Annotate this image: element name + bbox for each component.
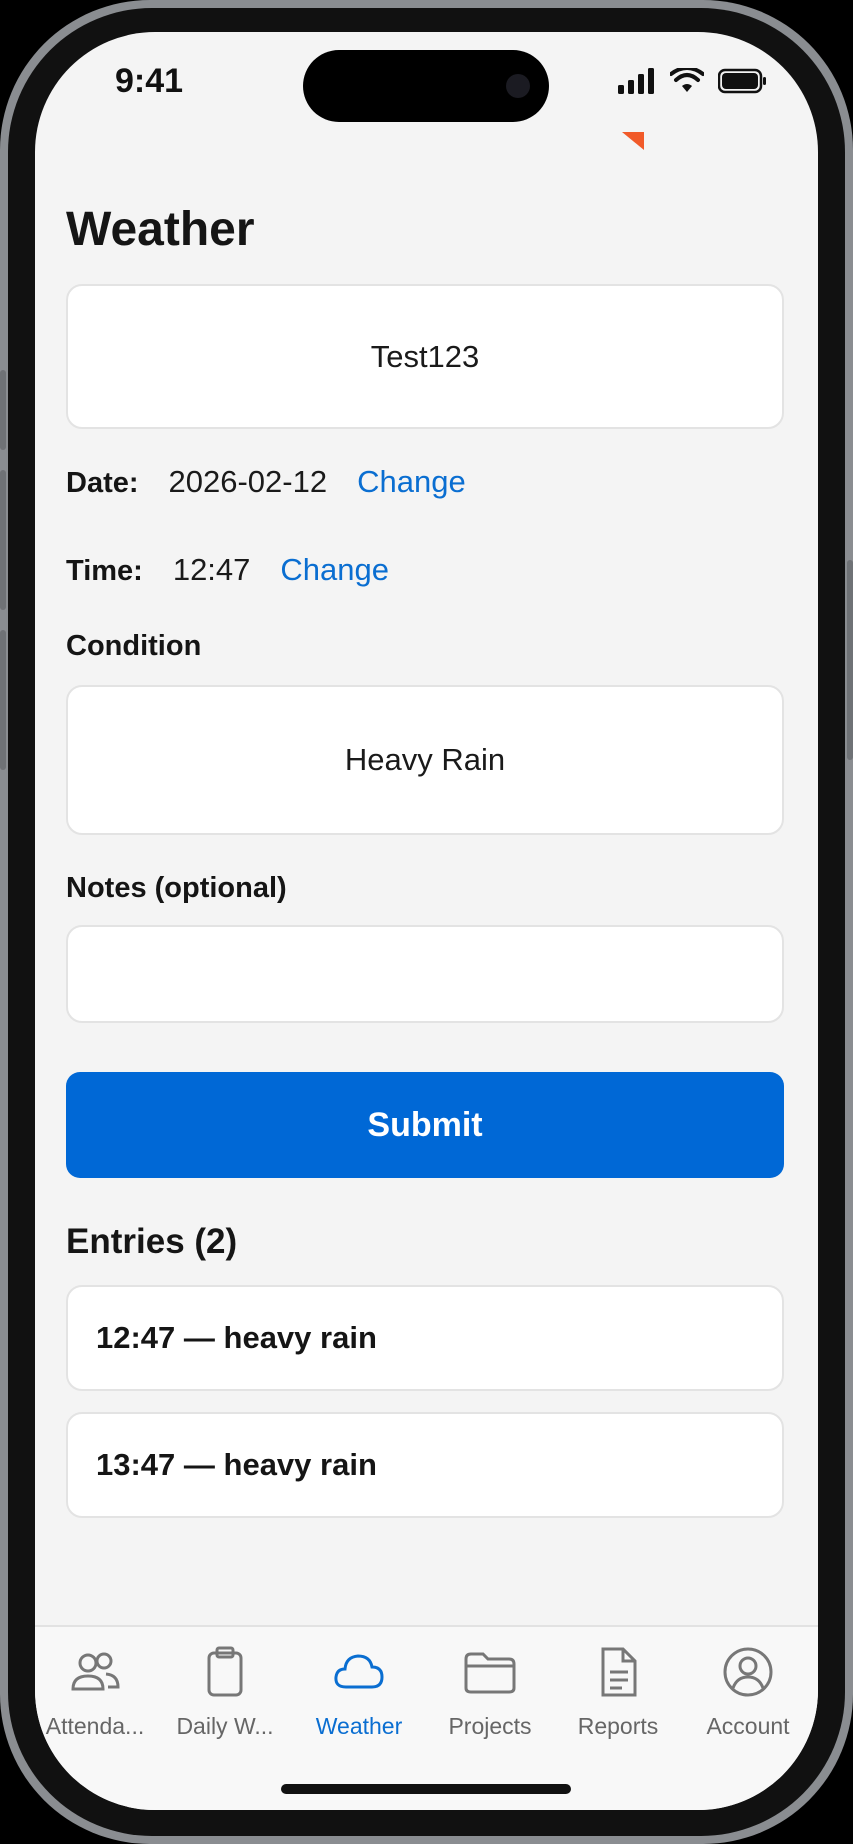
notes-input[interactable] — [66, 925, 784, 1023]
tab-label: Account — [706, 1713, 790, 1739]
notes-label: Notes (optional) — [66, 872, 287, 904]
battery-icon — [718, 68, 766, 94]
page-title: Weather — [66, 203, 255, 256]
time-value: 12:47 — [172, 552, 251, 587]
orange-indicator — [622, 132, 644, 150]
wifi-icon — [670, 68, 704, 92]
tab-reports[interactable]: Reports — [553, 1645, 683, 1740]
tab-account[interactable]: Account — [683, 1645, 813, 1740]
tab-attendance[interactable]: Attenda... — [35, 1645, 160, 1740]
submit-button-label: Submit — [367, 1105, 483, 1144]
submit-button[interactable]: Submit — [66, 1072, 784, 1178]
tab-label: Reports — [577, 1713, 659, 1739]
date-value: 2026-02-12 — [168, 464, 328, 499]
document-icon — [601, 1647, 637, 1697]
folder-icon — [464, 1652, 516, 1694]
side-button — [0, 370, 6, 450]
tab-projects[interactable]: Projects — [425, 1645, 555, 1740]
entry-text: 12:47 — heavy rain — [96, 1320, 377, 1355]
change-date-link[interactable]: Change — [357, 464, 466, 500]
tab-daily-work[interactable]: Daily W... — [160, 1645, 290, 1740]
entry-item[interactable]: 13:47 — heavy rain — [66, 1412, 784, 1518]
condition-label: Condition — [66, 630, 202, 662]
status-icons — [618, 68, 768, 94]
tab-label: Attenda... — [45, 1713, 145, 1739]
entry-item[interactable]: 12:47 — heavy rain — [66, 1285, 784, 1391]
entry-text: 13:47 — heavy rain — [96, 1447, 377, 1482]
cloud-icon — [334, 1654, 384, 1689]
project-field-value: Test123 — [370, 338, 480, 374]
dynamic-island — [303, 50, 549, 122]
condition-value: Heavy Rain — [344, 742, 506, 777]
user-circle-icon — [723, 1647, 773, 1697]
condition-select[interactable]: Heavy Rain — [66, 685, 784, 835]
date-row: Date: 2026-02-12 Change — [66, 464, 466, 500]
time-row: Time: 12:47 Change — [66, 552, 389, 588]
camera-icon — [506, 74, 530, 98]
tab-label: Daily W... — [176, 1713, 274, 1739]
change-time-link[interactable]: Change — [280, 552, 389, 588]
cellular-signal-icon — [618, 68, 654, 94]
entries-title: Entries (2) — [66, 1222, 238, 1261]
screen: 9:41 Weather Test123 Date: 2026-02-12 Ch… — [35, 32, 818, 1810]
clipboard-icon — [207, 1646, 243, 1697]
side-button — [0, 470, 6, 610]
side-button — [0, 630, 6, 770]
tab-weather[interactable]: Weather — [294, 1645, 424, 1740]
tab-label: Weather — [315, 1713, 403, 1739]
date-label: Date: — [66, 467, 139, 499]
project-field[interactable]: Test123 — [66, 284, 784, 429]
people-icon — [71, 1652, 120, 1691]
status-time: 9:41 — [115, 62, 184, 100]
home-indicator — [281, 1784, 571, 1794]
side-button — [847, 560, 853, 760]
time-label: Time: — [66, 555, 143, 587]
tab-label: Projects — [448, 1713, 532, 1739]
tab-bar: Attenda... Daily W... Weather Projects R… — [35, 1625, 818, 1810]
